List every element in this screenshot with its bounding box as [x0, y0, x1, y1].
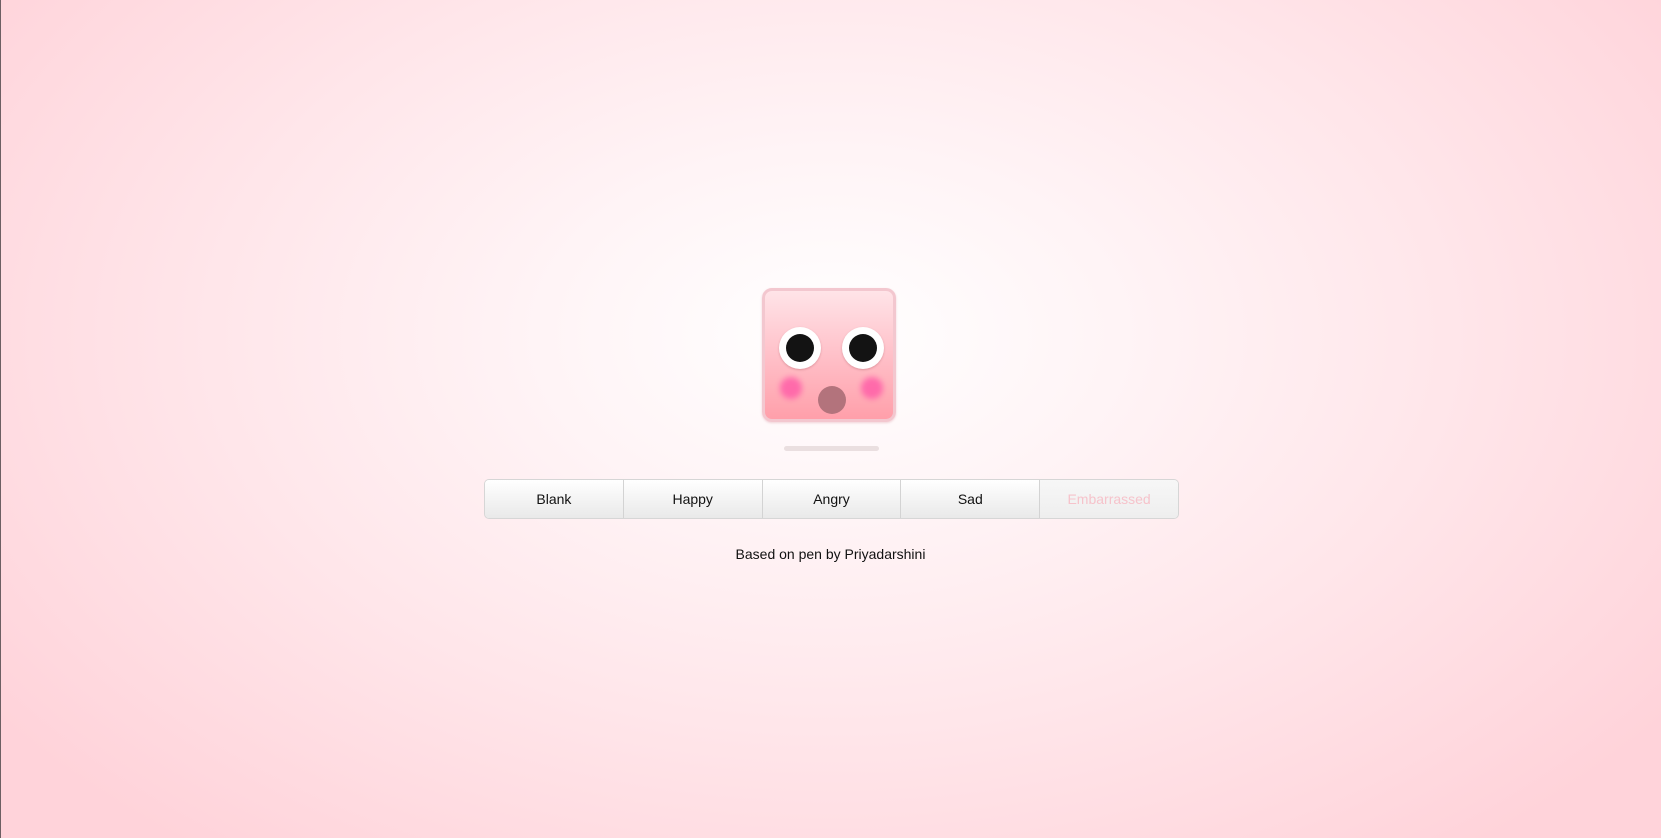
angry-button[interactable]: Angry — [762, 480, 902, 518]
left-pupil — [786, 334, 814, 362]
emoji-face — [762, 288, 896, 422]
right-blush — [861, 377, 883, 399]
emoji-stage: Blank Happy Angry Sad Embarrassed Based … — [0, 0, 1661, 838]
mouth — [818, 386, 846, 414]
credit-text: Based on pen by Priyadarshini — [735, 546, 926, 562]
face-shadow — [784, 446, 879, 451]
left-blush — [780, 377, 802, 399]
right-eye — [842, 327, 884, 369]
embarrassed-button[interactable]: Embarrassed — [1040, 480, 1178, 518]
blank-button[interactable]: Blank — [485, 480, 624, 518]
expression-button-group: Blank Happy Angry Sad Embarrassed — [484, 479, 1179, 519]
left-eye — [779, 327, 821, 369]
happy-button[interactable]: Happy — [623, 480, 763, 518]
sad-button[interactable]: Sad — [901, 480, 1041, 518]
right-pupil — [849, 334, 877, 362]
